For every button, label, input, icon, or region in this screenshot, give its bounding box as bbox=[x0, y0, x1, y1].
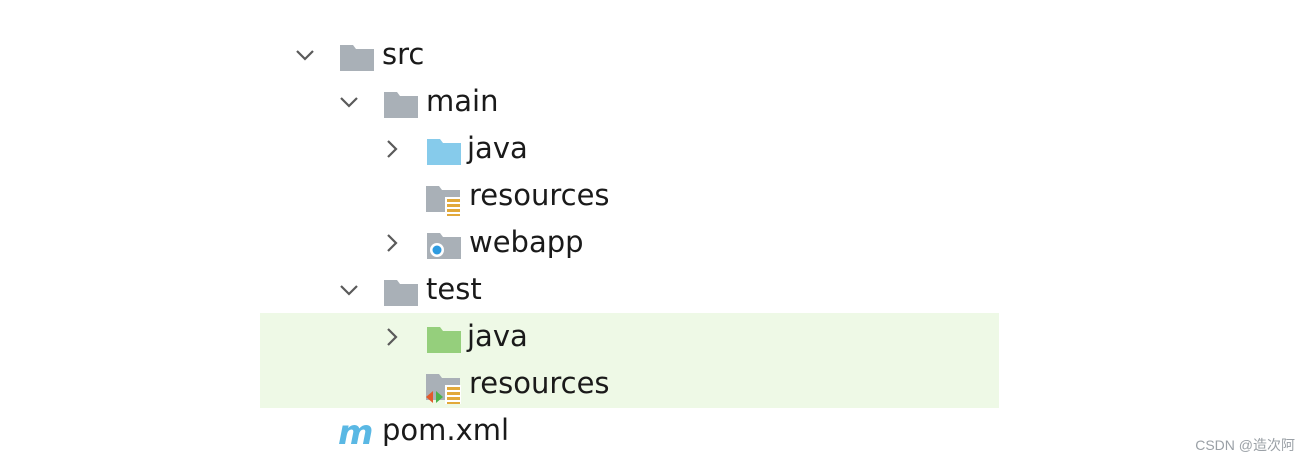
tree-node-main-java[interactable]: java bbox=[377, 125, 877, 172]
tree-node-label: webapp bbox=[469, 225, 584, 259]
web-folder-icon bbox=[425, 230, 463, 262]
source-folder-icon bbox=[425, 136, 463, 168]
watermark: CSDN @造次阿 bbox=[1195, 437, 1295, 453]
tree-node-label: pom.xml bbox=[382, 413, 510, 447]
test-source-folder-icon bbox=[425, 324, 463, 356]
tree-node-test-resources[interactable]: resources bbox=[377, 360, 877, 407]
tree-node-label: resources bbox=[469, 366, 610, 400]
resources-folder-icon bbox=[425, 183, 463, 216]
chevron-down-icon[interactable] bbox=[334, 87, 364, 117]
tree-node-label: resources bbox=[469, 178, 610, 212]
chevron-right-icon[interactable] bbox=[377, 134, 407, 164]
project-tree: src main java resources webapp test java… bbox=[0, 0, 1311, 463]
chevron-right-icon[interactable] bbox=[377, 322, 407, 352]
tree-node-label: java bbox=[467, 131, 528, 165]
folder-icon bbox=[382, 89, 420, 121]
folder-icon bbox=[338, 42, 376, 74]
tree-node-test[interactable]: test bbox=[334, 266, 834, 313]
tree-node-label: test bbox=[426, 272, 482, 306]
svg-text:m: m bbox=[338, 416, 373, 448]
test-resources-folder-icon bbox=[425, 371, 463, 404]
tree-node-test-java[interactable]: java bbox=[377, 313, 877, 360]
tree-node-label: main bbox=[426, 84, 499, 118]
chevron-right-icon[interactable] bbox=[377, 228, 407, 258]
folder-icon bbox=[382, 277, 420, 309]
tree-node-label: java bbox=[467, 319, 528, 353]
chevron-down-icon[interactable] bbox=[334, 275, 364, 305]
tree-node-label: src bbox=[382, 37, 425, 71]
chevron-down-icon[interactable] bbox=[290, 40, 320, 70]
tree-node-webapp[interactable]: webapp bbox=[377, 219, 877, 266]
tree-node-main-resources[interactable]: resources bbox=[377, 172, 877, 219]
maven-icon: m bbox=[337, 413, 375, 453]
tree-node-pom[interactable]: m pom.xml bbox=[334, 407, 834, 454]
tree-node-src[interactable]: src bbox=[290, 31, 790, 78]
tree-node-main[interactable]: main bbox=[334, 78, 834, 125]
